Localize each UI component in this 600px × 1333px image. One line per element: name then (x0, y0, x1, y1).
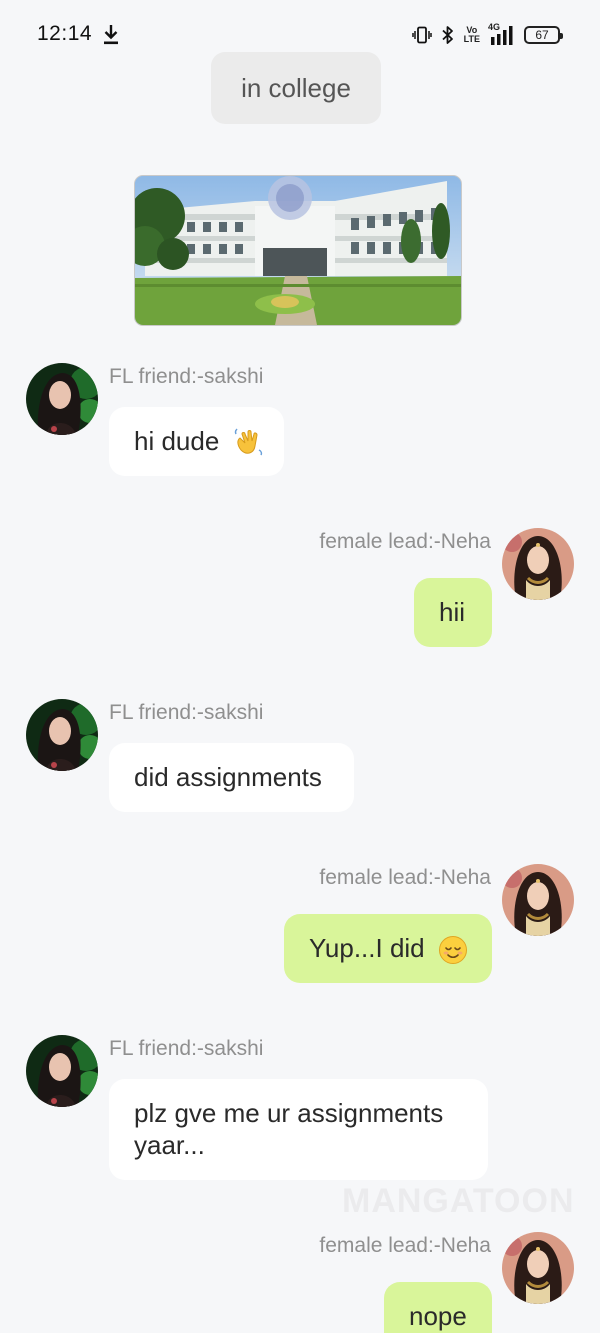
sender-name: FL friend:-sakshi (109, 701, 264, 724)
bluetooth-icon (442, 26, 453, 44)
sender-name: female lead:-Neha (319, 530, 491, 553)
sakshi-avatar[interactable] (26, 363, 98, 435)
message-text: hii (439, 597, 466, 627)
message-bubble[interactable]: Yup...I did (284, 914, 492, 983)
volte-bottom-text: LTE (463, 34, 480, 44)
college-scene-image[interactable] (134, 175, 462, 326)
message-bubble[interactable]: hii (414, 578, 492, 647)
sender-name: FL friend:-sakshi (109, 365, 264, 388)
chat-screen: 12:14 Vo LTE 4G 67 in college FL friend:… (0, 0, 600, 1333)
sender-name: FL friend:-sakshi (109, 1037, 264, 1060)
status-icons: Vo LTE 4G 67 (411, 22, 563, 48)
message-bubble[interactable]: hi dude (109, 407, 284, 476)
neha-avatar[interactable] (502, 864, 574, 936)
sakshi-avatar[interactable] (26, 1035, 98, 1107)
message-text: plz gve me ur assignments yaar... (134, 1098, 444, 1160)
battery-icon: 67 (524, 26, 563, 44)
waving-hand-emoji (234, 428, 262, 456)
relieved-face-emoji (438, 936, 467, 965)
scene-label: in college (211, 52, 381, 124)
message-bubble[interactable]: plz gve me ur assignments yaar... (109, 1079, 488, 1180)
battery-level: 67 (535, 28, 549, 42)
volte-icon: Vo LTE (464, 26, 480, 44)
message-bubble[interactable]: did assignments (109, 743, 354, 812)
mangatoon-watermark: MANGATOON (342, 1182, 575, 1220)
vibrate-icon (411, 26, 432, 44)
sender-name: female lead:-Neha (319, 1234, 491, 1257)
download-icon (104, 25, 118, 45)
sakshi-avatar[interactable] (26, 699, 98, 771)
message-text: hi dude (134, 426, 220, 456)
status-time: 12:14 (37, 22, 93, 45)
message-text: Yup...I did (309, 933, 425, 963)
message-bubble[interactable]: nope (384, 1282, 492, 1333)
sender-name: female lead:-Neha (319, 866, 491, 889)
message-text: did assignments (134, 762, 322, 792)
message-text: nope (409, 1301, 467, 1331)
neha-avatar[interactable] (502, 528, 574, 600)
signal-icon: 4G (488, 22, 516, 46)
neha-avatar[interactable] (502, 1232, 574, 1304)
